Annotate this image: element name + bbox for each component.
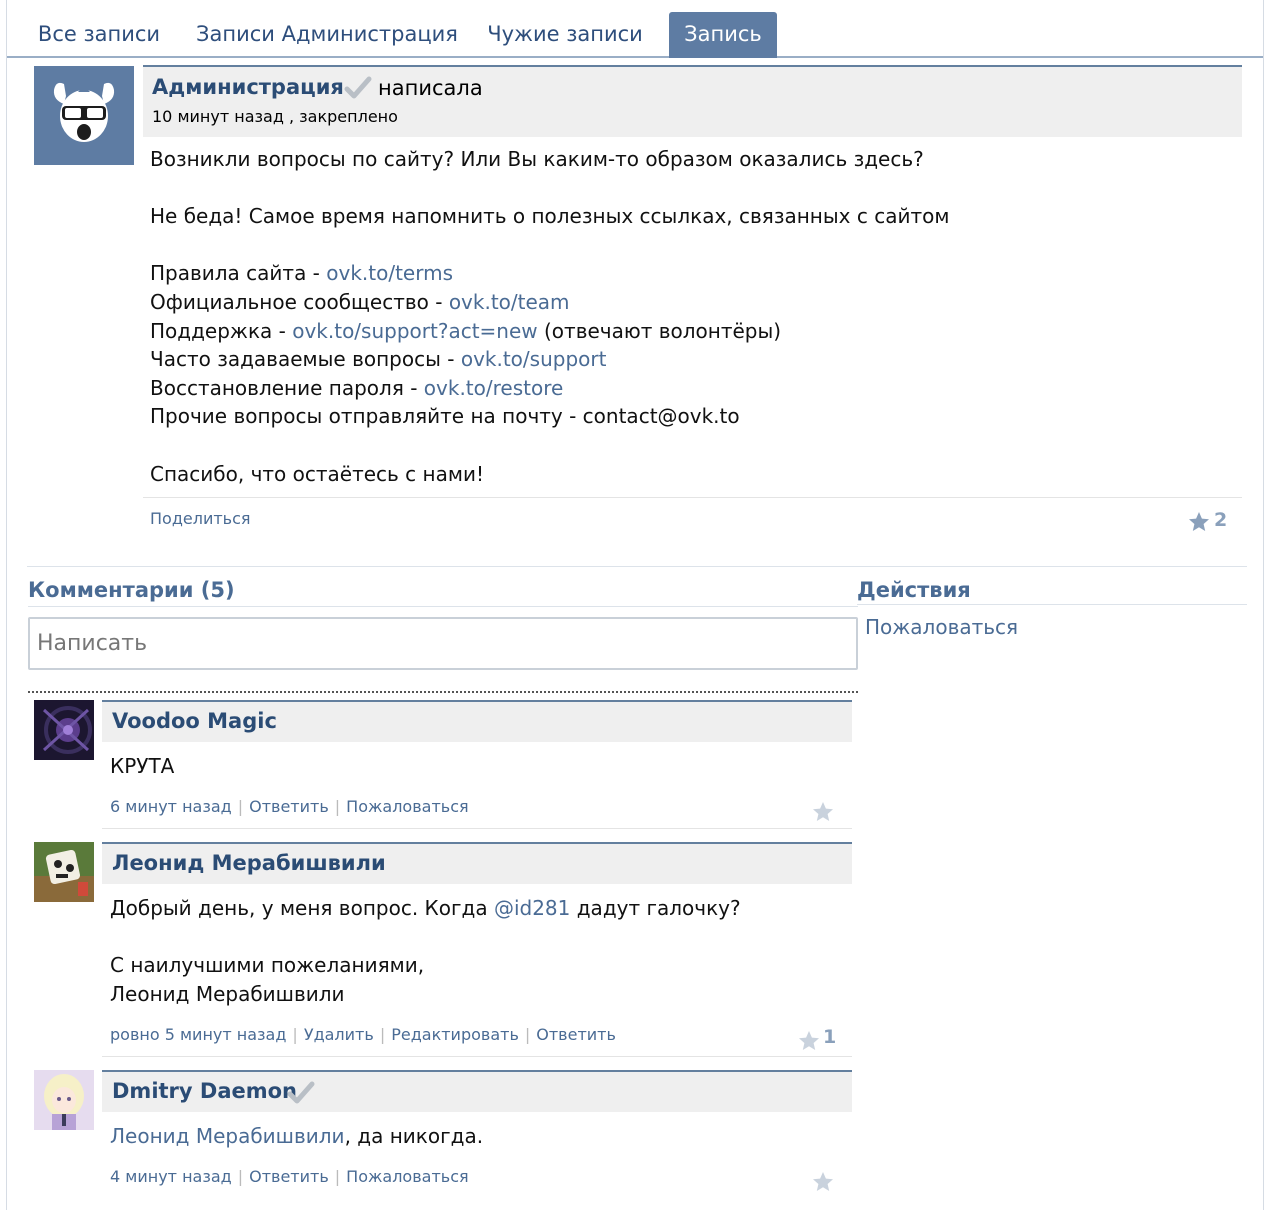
avatar[interactable] (34, 700, 94, 760)
comment-time-link[interactable]: 4 минут назад (110, 1167, 232, 1186)
comment-header: Voodoo Magic (102, 700, 852, 742)
post-text-line: Спасибо, что остаётесь с нами! (150, 461, 484, 486)
star-icon[interactable] (797, 1029, 821, 1053)
reply-button[interactable]: Ответить (249, 797, 329, 816)
comment-author[interactable]: Леонид Мерабишвили (112, 851, 386, 875)
comment-author[interactable]: Voodoo Magic (112, 709, 277, 733)
post-body: Возникли вопросы по сайту? Или Вы каким-… (150, 145, 1240, 488)
tab-others-posts[interactable]: Чужие записи (481, 12, 649, 58)
actions-title: Действия (857, 578, 971, 602)
post-text-line: Не беда! Самое время напомнить о полезны… (150, 204, 950, 229)
post-author-name[interactable]: Администрация (152, 75, 344, 99)
comment-text: Добрый день, у меня вопрос. Когда @id281… (110, 896, 741, 1006)
comment-time-link[interactable]: 6 минут назад (110, 797, 232, 816)
tab-all-posts[interactable]: Все записи (27, 12, 171, 58)
comment-header: Леонид Мерабишвили (102, 842, 852, 884)
post-text-line: Возникли вопросы по сайту? Или Вы каким-… (150, 147, 924, 171)
avatar[interactable] (34, 1070, 94, 1130)
avatar-image (34, 842, 94, 902)
report-post-link[interactable]: Пожаловаться (865, 615, 1018, 639)
post-link-line: Правила сайта - ovk.to/terms (150, 261, 454, 286)
page: Все записи Записи Администрация Чужие за… (6, 0, 1264, 1210)
comment-actions: 4 минут назад | Ответить | Пожаловаться (110, 1167, 469, 1186)
report-comment-button[interactable]: Пожаловаться (346, 1167, 468, 1186)
avatar-image (34, 700, 94, 760)
mention-link[interactable]: @id281 (494, 896, 570, 920)
comment-like-count: 1 (823, 1026, 837, 1048)
post-footer: Поделиться 2 (143, 497, 1242, 539)
avatar-image (34, 1070, 94, 1130)
comment-text: КРУТА (110, 754, 175, 778)
divider (27, 566, 1247, 567)
post-meta: 10 минут назад , закреплено (152, 107, 398, 126)
team-link[interactable]: ovk.to/team (449, 290, 570, 314)
star-icon[interactable] (1187, 510, 1211, 534)
divider (857, 604, 1247, 605)
tab-admin-posts[interactable]: Записи Администрация (191, 12, 463, 58)
divider (102, 1056, 852, 1057)
edit-button[interactable]: Редактировать (391, 1025, 519, 1044)
check-icon (287, 1081, 315, 1104)
post-link-line: Часто задаваемые вопросы - ovk.to/suppor… (150, 347, 607, 372)
comments-title: Комментарии (5) (28, 578, 235, 602)
report-comment-button[interactable]: Пожаловаться (346, 797, 468, 816)
post-action-verb: написала (378, 76, 483, 100)
comment-text: Леонид Мерабишвили, да никогда. (110, 1124, 484, 1148)
restore-link[interactable]: ovk.to/restore (424, 376, 564, 400)
reply-button[interactable]: Ответить (536, 1025, 616, 1044)
comment-actions: 6 минут назад | Ответить | Пожаловаться (110, 797, 469, 816)
tab-bar: Все записи Записи Администрация Чужие за… (7, 0, 1263, 58)
terms-link[interactable]: ovk.to/terms (326, 261, 453, 285)
check-icon (344, 76, 372, 99)
reply-button[interactable]: Ответить (249, 1167, 329, 1186)
faq-link[interactable]: ovk.to/support (461, 347, 607, 371)
post-link-line: Восстановление пароля - ovk.to/restore (150, 375, 564, 400)
support-new-link[interactable]: ovk.to/support?act=new (292, 319, 537, 343)
avatar[interactable] (34, 842, 94, 902)
star-icon[interactable] (811, 800, 835, 824)
divider (28, 606, 858, 607)
dotted-divider (28, 691, 858, 693)
post-link-line: Официальное сообщество - ovk.to/team (150, 289, 570, 314)
post-header: Администрация написала 10 минут назад , … (143, 65, 1242, 137)
post-link-line: Поддержка - ovk.to/support?act=new (отве… (150, 318, 782, 343)
openvk-logo-icon (34, 66, 134, 165)
comment-header: Dmitry Daemon (102, 1070, 852, 1112)
star-icon[interactable] (811, 1170, 835, 1194)
post-author-avatar[interactable] (34, 66, 134, 165)
comment-actions: ровно 5 минут назад | Удалить | Редактироват… (110, 1025, 616, 1044)
tab-post[interactable]: Запись (669, 12, 777, 58)
delete-button[interactable]: Удалить (304, 1025, 374, 1044)
comment-input[interactable] (28, 617, 858, 670)
post-text-line: Прочие вопросы отправляйте на почту - co… (150, 404, 740, 429)
share-button[interactable]: Поделиться (150, 509, 251, 528)
divider (102, 828, 852, 829)
mention-link[interactable]: Леонид Мерабишвили (110, 1124, 345, 1148)
comment-author[interactable]: Dmitry Daemon (112, 1079, 297, 1103)
comment-time-link[interactable]: ровно 5 минут назад (110, 1025, 286, 1044)
post-like-count: 2 (1214, 509, 1228, 531)
